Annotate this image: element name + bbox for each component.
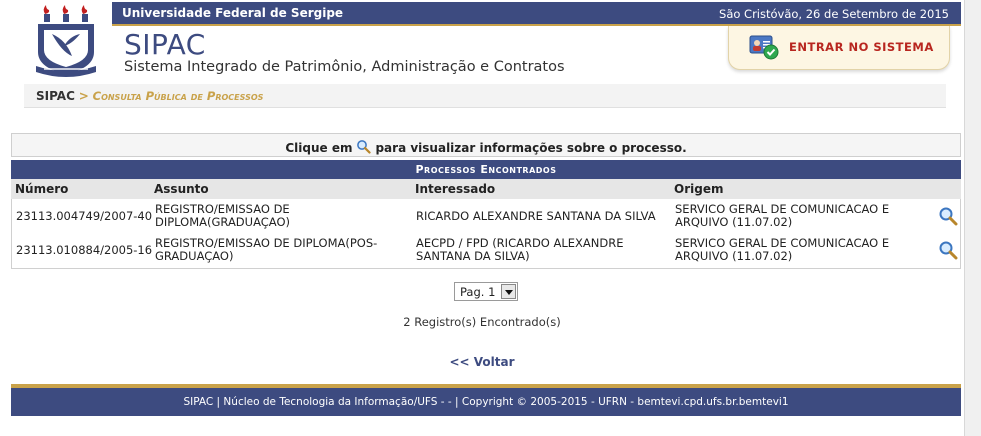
view-process-icon[interactable] — [938, 240, 958, 260]
footer: SIPAC | Núcleo de Tecnologia da Informaç… — [11, 384, 961, 416]
breadcrumb: SIPAC > Consulta Pública de Processos — [24, 84, 946, 108]
breadcrumb-home[interactable]: SIPAC — [36, 89, 75, 103]
table-row: 23113.004749/2007-40 REGISTRO/EMISSAO DE… — [12, 200, 960, 234]
current-date: São Cristóvão, 26 de Setembro de 2015 — [719, 7, 949, 21]
header-interessado: Interessado — [415, 182, 496, 196]
cell-interessado: RICARDO ALEXANDRE SANTANA DA SILVA — [416, 209, 656, 223]
records-count: 2 Registro(s) Encontrado(s) — [403, 315, 561, 329]
ufs-logo — [36, 5, 96, 77]
page-select-value: Pag. 1 — [460, 285, 496, 299]
cell-assunto: REGISTRO/EMISSAO DE DIPLOMA(GRADUAÇAO) — [155, 202, 290, 229]
window-edge — [964, 0, 981, 436]
cell-interessado: AECPD / FPD (RICARDO ALEXANDRE SANTANA D… — [416, 236, 624, 263]
login-label: Entrar no Sistema — [789, 40, 934, 54]
top-bar: Universidade Federal de Sergipe São Cris… — [112, 2, 961, 26]
table-header: Número Assunto Interessado Origem — [11, 179, 961, 199]
header-numero: Número — [15, 182, 69, 196]
user-card-check-icon — [749, 35, 779, 60]
info-suffix: para visualizar informações sobre o proc… — [375, 141, 687, 155]
cell-assunto: REGISTRO/EMISSAO DE DIPLOMA(POS-GRADUAÇA… — [155, 236, 378, 263]
page-select[interactable]: Pag. 1 — [454, 282, 518, 301]
page: Universidade Federal de Sergipe São Cris… — [0, 0, 964, 436]
cell-numero: 23113.004749/2007-40 — [16, 209, 153, 223]
cell-origem: SERVICO GERAL DE COMUNICACAO E ARQUIVO (… — [675, 236, 890, 263]
view-process-icon[interactable] — [938, 206, 958, 226]
magnifier-icon — [357, 140, 372, 154]
breadcrumb-separator: > — [78, 89, 89, 103]
cell-numero: 23113.010884/2005-16 — [16, 243, 153, 257]
cell-origem: SERVICO GERAL DE COMUNICACAO E ARQUIVO (… — [675, 202, 890, 229]
table-row: 23113.010884/2005-16 REGISTRO/EMISSAO DE… — [12, 234, 960, 268]
chevron-down-icon[interactable] — [501, 284, 516, 299]
header-origem: Origem — [674, 182, 724, 196]
table-caption: Processos Encontrados — [11, 160, 961, 179]
app-subtitle: Sistema Integrado de Patrimônio, Adminis… — [124, 59, 565, 75]
header-assunto: Assunto — [154, 182, 209, 196]
back-link[interactable]: << Voltar — [0, 355, 964, 369]
breadcrumb-current: Consulta Pública de Processos — [92, 89, 264, 103]
info-message: Clique em para visualizar informações sob… — [11, 133, 961, 157]
login-button[interactable]: Entrar no Sistema — [728, 26, 950, 70]
table-body: 23113.004749/2007-40 REGISTRO/EMISSAO DE… — [11, 199, 961, 269]
info-prefix: Clique em — [285, 141, 353, 155]
app-title: SIPAC — [124, 28, 206, 61]
university-name: Universidade Federal de Sergipe — [122, 6, 344, 20]
